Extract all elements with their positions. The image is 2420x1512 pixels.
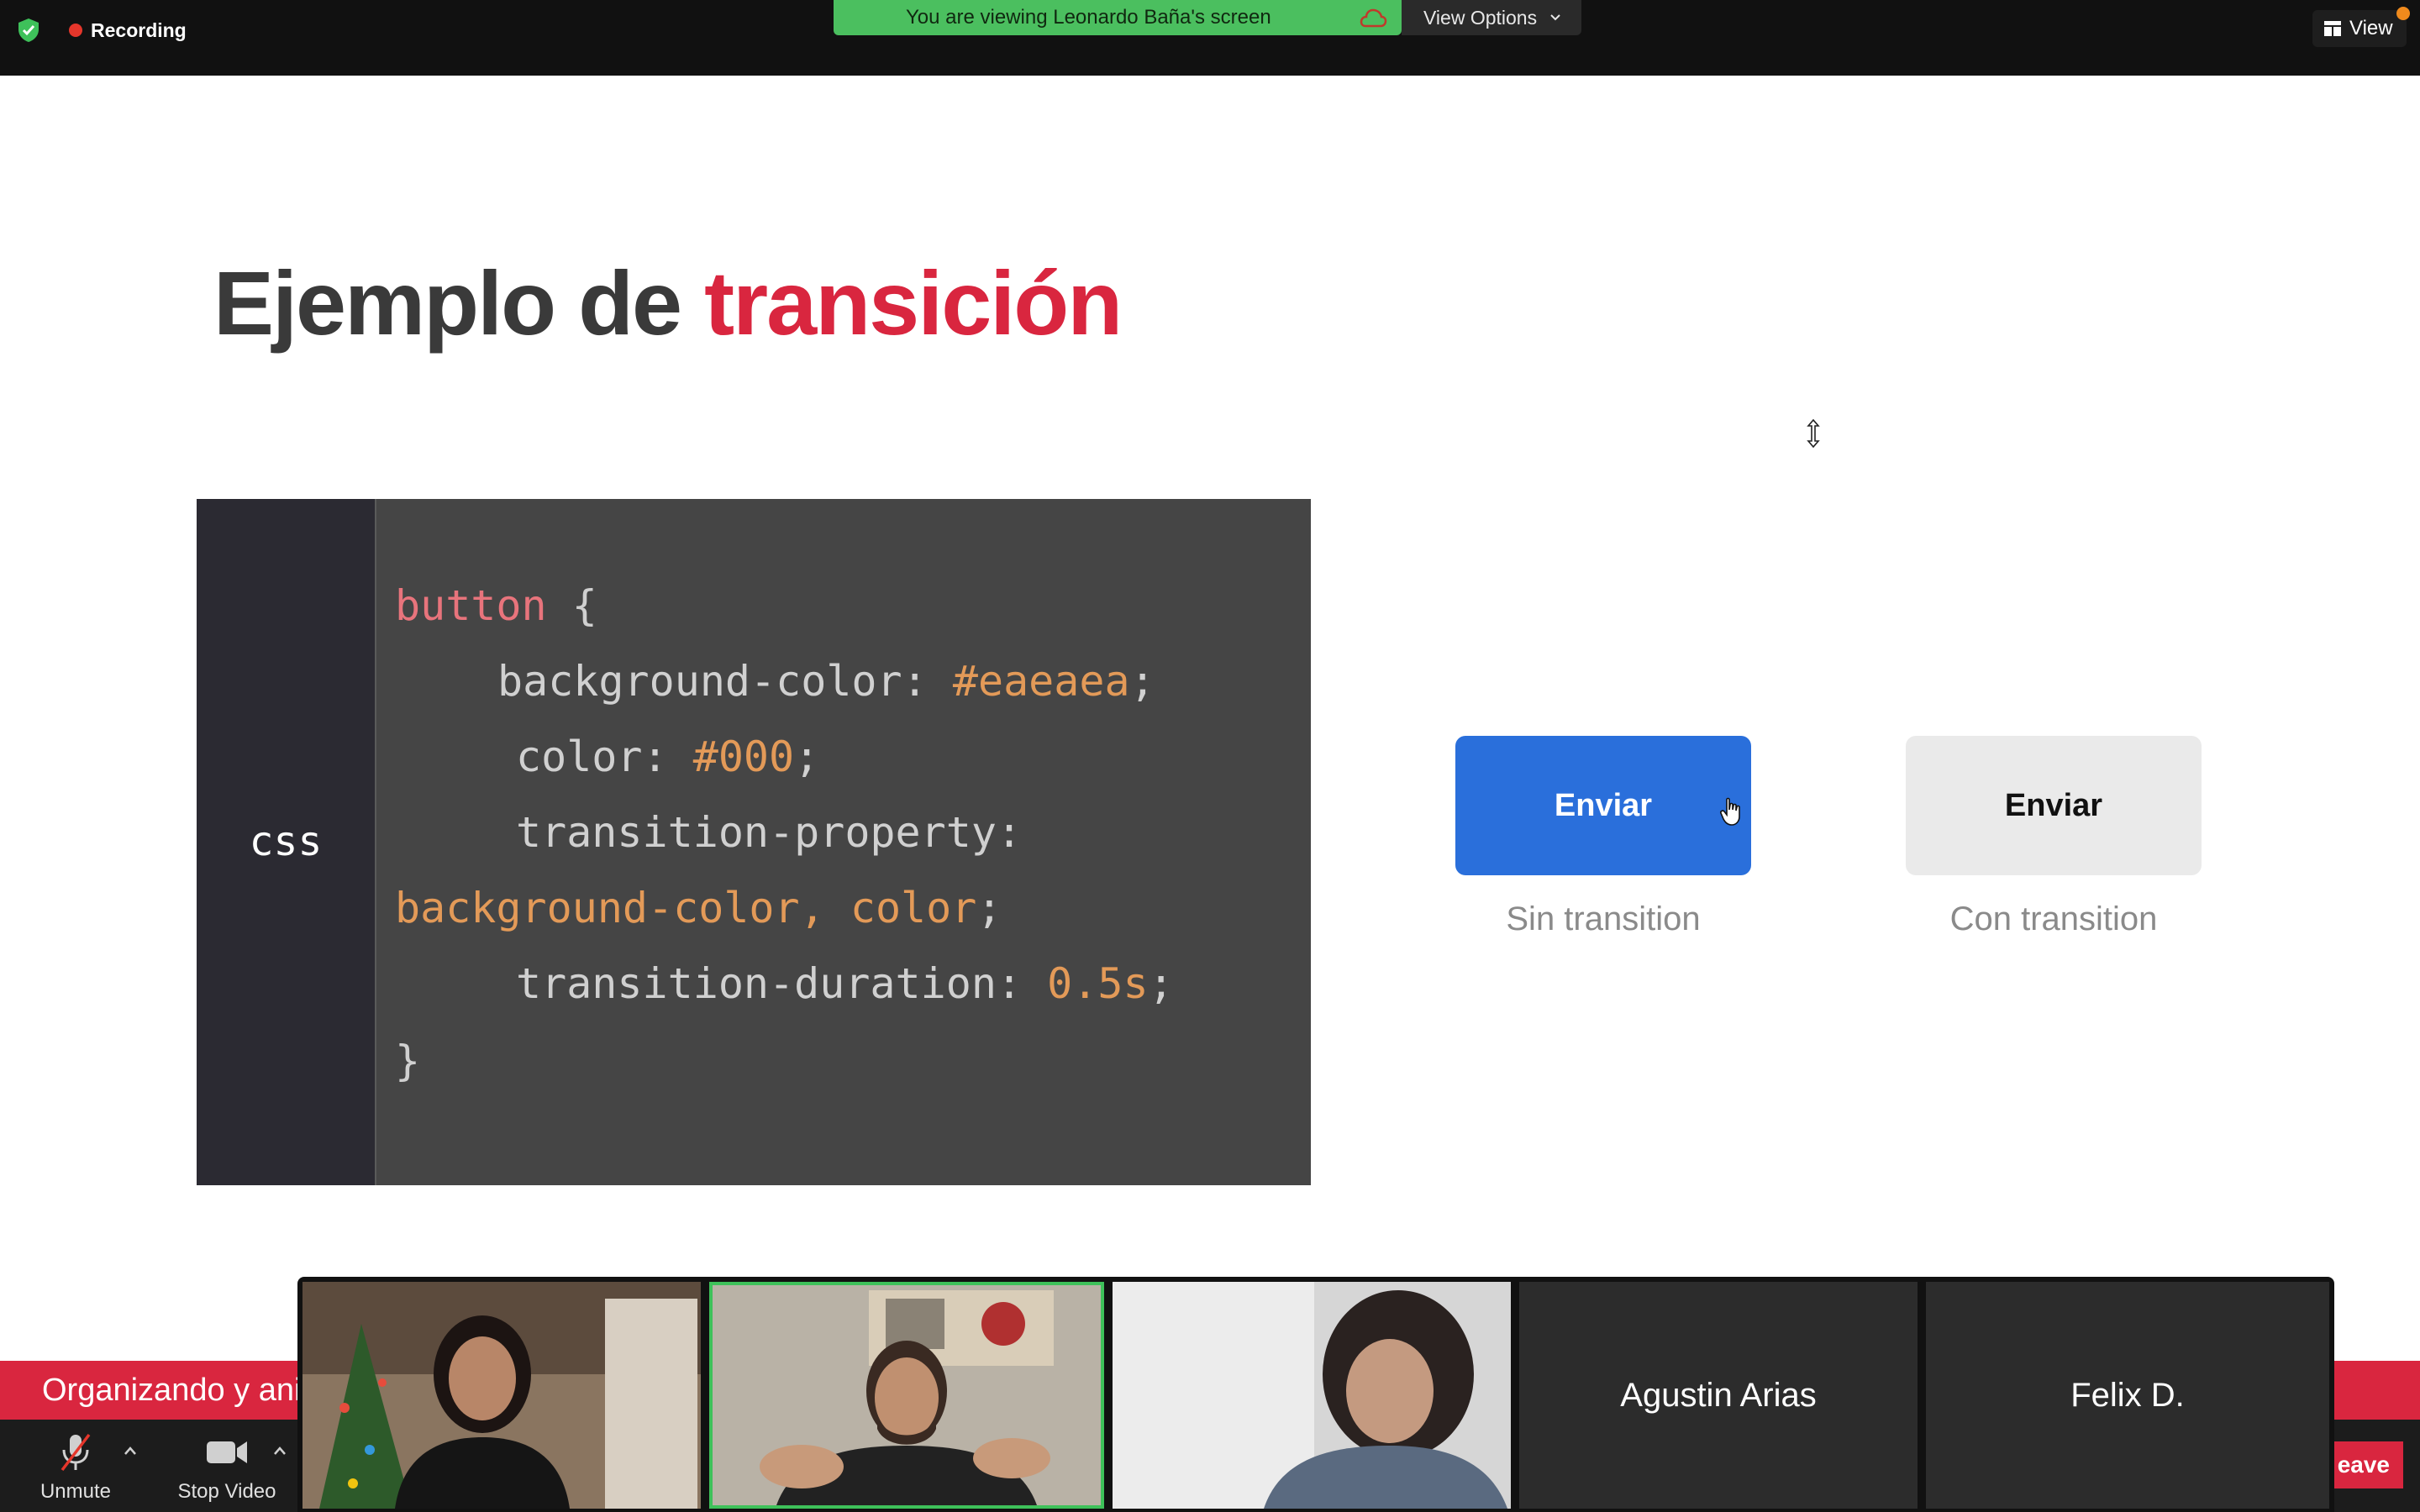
caption-con-transition: Con transition — [1949, 900, 2158, 937]
screen-share-banner: You are viewing Leonardo Baña's screen — [834, 0, 1402, 35]
view-label: View — [2349, 17, 2393, 39]
slide-title-main: Ejemplo de — [213, 252, 705, 354]
participant-name: Agustin Arias — [1620, 1376, 1817, 1414]
code-value: 0.5s — [1047, 959, 1149, 1008]
code-line-6: transition-duration: 0.5s; — [516, 959, 1174, 1008]
unmute-label: Unmute — [39, 1480, 112, 1503]
notification-badge — [2396, 7, 2410, 20]
participant-video-feed — [1113, 1282, 1511, 1509]
stop-video-label: Stop Video — [177, 1480, 276, 1503]
meeting-top-bar: Recording You are viewing Leonardo Baña'… — [0, 0, 2420, 76]
participant-name: Felix D. — [2070, 1376, 2185, 1414]
code-line-5: background-color, color; — [395, 884, 1002, 932]
view-button[interactable]: View — [2312, 10, 2407, 47]
grid-view-icon — [2324, 21, 2341, 36]
code-semicolon: ; — [1148, 959, 1174, 1008]
chevron-down-icon — [1550, 14, 1560, 21]
resize-cursor-icon — [1807, 418, 1820, 449]
recording-indicator[interactable]: Recording — [69, 17, 187, 44]
caption-sin-transition: Sin transition — [1506, 900, 1701, 937]
code-gutter: css — [197, 499, 376, 1185]
video-camera-icon — [207, 1441, 247, 1463]
slide-title: Ejemplo de transición — [213, 250, 1123, 355]
enviar-button-no-transition[interactable]: Enviar — [1455, 736, 1751, 875]
participant-video-tile[interactable] — [302, 1282, 701, 1509]
participant-gallery: Agustin Arias Felix D. — [297, 1277, 2334, 1512]
code-value: #000 — [692, 732, 795, 781]
code-line-4: transition-property: — [516, 808, 1022, 857]
participant-video-feed — [713, 1285, 1101, 1505]
view-options-label: View Options — [1423, 6, 1538, 29]
code-line-2: background-color: #eaeaea; — [497, 657, 1155, 706]
code-language-label: css — [249, 818, 323, 865]
slide-title-accent: transición — [704, 252, 1123, 354]
participant-tile-felix-d[interactable]: Felix D. — [1926, 1282, 2329, 1509]
participant-video-tile-active-speaker[interactable] — [709, 1282, 1104, 1509]
stop-video-button[interactable]: Stop Video — [168, 1431, 286, 1504]
code-line-3: color: #000; — [516, 732, 819, 781]
shield-check-icon[interactable] — [15, 17, 42, 44]
code-value: #eaeaea — [952, 657, 1130, 706]
code-semicolon: ; — [976, 884, 1002, 932]
code-property: transition-duration: — [516, 959, 1048, 1008]
screen-share-text: You are viewing Leonardo Baña's screen — [906, 6, 1271, 29]
slide-footer-text: Organizando y ani — [42, 1373, 302, 1408]
code-property: background-color: — [497, 657, 953, 706]
unmute-button[interactable]: Unmute — [34, 1431, 118, 1504]
code-block: css button { background-color: #eaeaea; … — [197, 499, 1311, 1185]
code-line-1: button { — [395, 581, 597, 630]
code-property: color: — [516, 732, 693, 781]
code-brace-close: } — [395, 1037, 421, 1085]
chevron-up-icon[interactable] — [123, 1445, 138, 1457]
code-selector: button — [395, 581, 547, 630]
chevron-up-icon[interactable] — [272, 1445, 287, 1457]
recording-dot-icon — [69, 24, 82, 37]
code-value: background-color, color — [395, 884, 977, 932]
code-semicolon: ; — [1129, 657, 1155, 706]
enviar-button-with-transition[interactable]: Enviar — [1906, 736, 2202, 875]
code-line-7: } — [395, 1037, 420, 1085]
hand-cursor-icon — [1720, 797, 1740, 826]
participant-tile-agustin-arias[interactable]: Agustin Arias — [1519, 1282, 1918, 1509]
cloud-icon — [1360, 8, 1387, 28]
code-brace-open: { — [546, 581, 597, 630]
participant-video-feed — [302, 1282, 701, 1509]
code-property: transition-property: — [516, 808, 1023, 857]
microphone-muted-icon — [60, 1433, 91, 1472]
participant-video-tile[interactable] — [1113, 1282, 1511, 1509]
code-semicolon: ; — [794, 732, 820, 781]
view-options-button[interactable]: View Options — [1402, 0, 1581, 35]
recording-label: Recording — [91, 18, 187, 41]
